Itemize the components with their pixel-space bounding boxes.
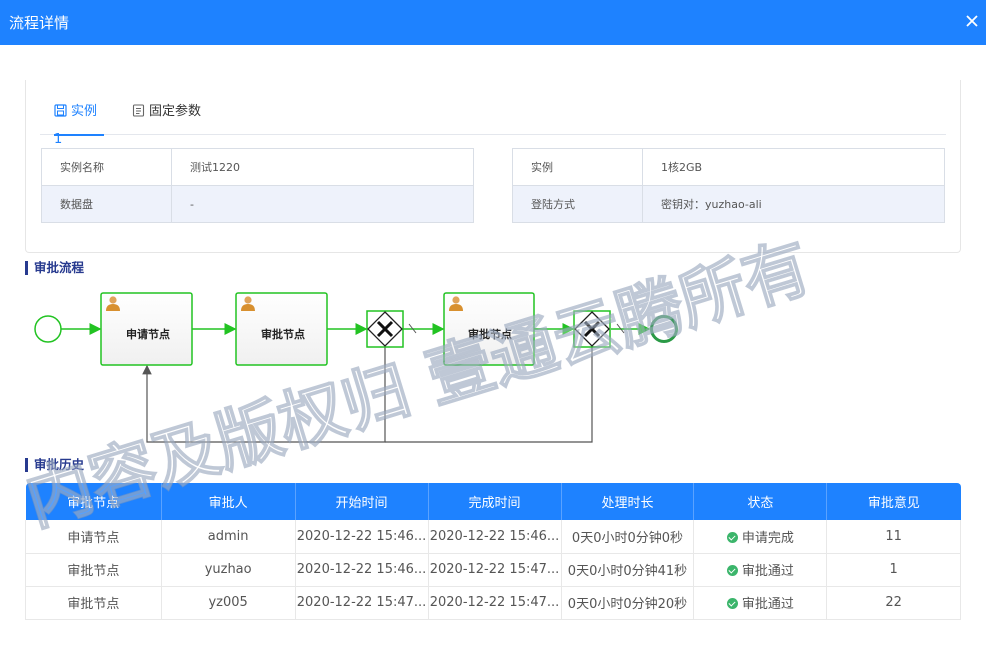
column-header[interactable]: 完成时间 xyxy=(428,483,562,520)
status-text: 审批通过 xyxy=(741,597,794,612)
info-key: 登陆方式 xyxy=(512,185,643,223)
tab-fixed-params[interactable]: 固定参数 xyxy=(132,98,212,135)
exclusive-gateway-icon xyxy=(366,310,404,348)
info-value: 测试1220 xyxy=(171,148,474,186)
info-value: 1核2GB xyxy=(642,148,945,186)
info-value: 密钥对：yuzhao-ali xyxy=(642,185,945,223)
column-header[interactable]: 状态 xyxy=(693,483,828,520)
cell-end-time: 2020-12-22 15:47... xyxy=(428,553,562,587)
info-row: 登陆方式 密钥对：yuzhao-ali xyxy=(512,185,945,223)
instance-info-right: 实例 1核2GB 登陆方式 密钥对：yuzhao-ali xyxy=(512,148,945,223)
info-key: 实例 xyxy=(512,148,643,186)
cell-node: 审批节点 xyxy=(25,553,162,587)
close-icon[interactable] xyxy=(961,10,983,32)
cell-status: 审批通过 xyxy=(693,586,828,620)
tab-active-indicator xyxy=(54,134,104,136)
cell-status: 审批通过 xyxy=(693,553,828,587)
flow-node-label: 审批节点 xyxy=(468,327,512,341)
cell-node: 审批节点 xyxy=(25,586,162,620)
cell-comment: 11 xyxy=(826,520,961,554)
cell-start-time: 2020-12-22 15:46... xyxy=(295,520,429,554)
info-row: 数据盘 - xyxy=(41,185,474,223)
cell-duration: 0天0小时0分钟20秒 xyxy=(561,586,695,620)
cell-start-time: 2020-12-22 15:47... xyxy=(295,586,429,620)
info-value: - xyxy=(171,185,474,223)
flow-node-label: 申请节点 xyxy=(126,327,170,341)
check-circle-icon xyxy=(726,598,738,609)
cell-approver: admin xyxy=(161,520,296,554)
instance-info-left: 实例名称 测试1220 数据盘 - xyxy=(41,148,474,223)
document-icon xyxy=(132,104,145,117)
table-row: 申请节点 admin 2020-12-22 15:46... 2020-12-2… xyxy=(25,520,961,554)
approval-flow-diagram: 申请节点 审批节点 审批节点 xyxy=(34,292,678,443)
status-text: 申请完成 xyxy=(741,530,794,546)
flow-node: 审批节点 xyxy=(235,292,328,366)
flow-node: 审批节点 xyxy=(443,292,535,366)
cell-duration: 0天0小时0分钟41秒 xyxy=(561,553,695,587)
info-key: 数据盘 xyxy=(41,185,172,223)
cell-comment: 22 xyxy=(826,586,961,620)
approval-history-table: 审批节点 审批人 开始时间 完成时间 处理时长 状态 审批意见 申请节点 adm… xyxy=(25,483,961,620)
tab-label: 固定参数 xyxy=(149,104,202,119)
check-circle-icon xyxy=(726,565,738,576)
save-icon xyxy=(54,104,67,117)
column-header[interactable]: 审批人 xyxy=(161,483,296,520)
info-key: 实例名称 xyxy=(41,148,172,186)
cell-approver: yz005 xyxy=(161,586,296,620)
info-row: 实例名称 测试1220 xyxy=(41,148,474,186)
flow-node: 申请节点 xyxy=(100,292,193,366)
table-row: 审批节点 yz005 2020-12-22 15:47... 2020-12-2… xyxy=(25,586,961,620)
start-event xyxy=(34,315,62,343)
cell-end-time: 2020-12-22 15:46... xyxy=(428,520,562,554)
approval-flow-title: 审批流程 xyxy=(25,261,84,275)
column-header[interactable]: 审批意见 xyxy=(826,483,961,520)
table-row: 审批节点 yuzhao 2020-12-22 15:46... 2020-12-… xyxy=(25,553,961,587)
tab-instance-1[interactable]: 实例1 xyxy=(54,98,104,147)
dialog-header: 流程详情 xyxy=(0,0,986,45)
cell-approver: yuzhao xyxy=(161,553,296,587)
flow-node-label: 审批节点 xyxy=(261,327,305,341)
dialog-title: 流程详情 xyxy=(9,14,70,32)
end-event xyxy=(650,315,678,343)
table-header-row: 审批节点 审批人 开始时间 完成时间 处理时长 状态 审批意见 xyxy=(25,483,961,520)
approval-history-title: 审批历史 xyxy=(25,458,84,472)
column-header[interactable]: 审批节点 xyxy=(25,483,162,520)
cell-comment: 1 xyxy=(826,553,961,587)
info-row: 实例 1核2GB xyxy=(512,148,945,186)
exclusive-gateway-icon xyxy=(573,310,611,348)
cell-status: 申请完成 xyxy=(693,520,828,554)
cell-duration: 0天0小时0分钟0秒 xyxy=(561,520,695,554)
column-header[interactable]: 开始时间 xyxy=(295,483,429,520)
status-text: 审批通过 xyxy=(741,564,794,579)
cell-end-time: 2020-12-22 15:47... xyxy=(428,586,562,620)
cell-start-time: 2020-12-22 15:46... xyxy=(295,553,429,587)
check-circle-icon xyxy=(726,531,738,543)
tab-bar: 实例1 固定参数 xyxy=(40,98,946,147)
column-header[interactable]: 处理时长 xyxy=(561,483,695,520)
cell-node: 申请节点 xyxy=(25,520,162,554)
